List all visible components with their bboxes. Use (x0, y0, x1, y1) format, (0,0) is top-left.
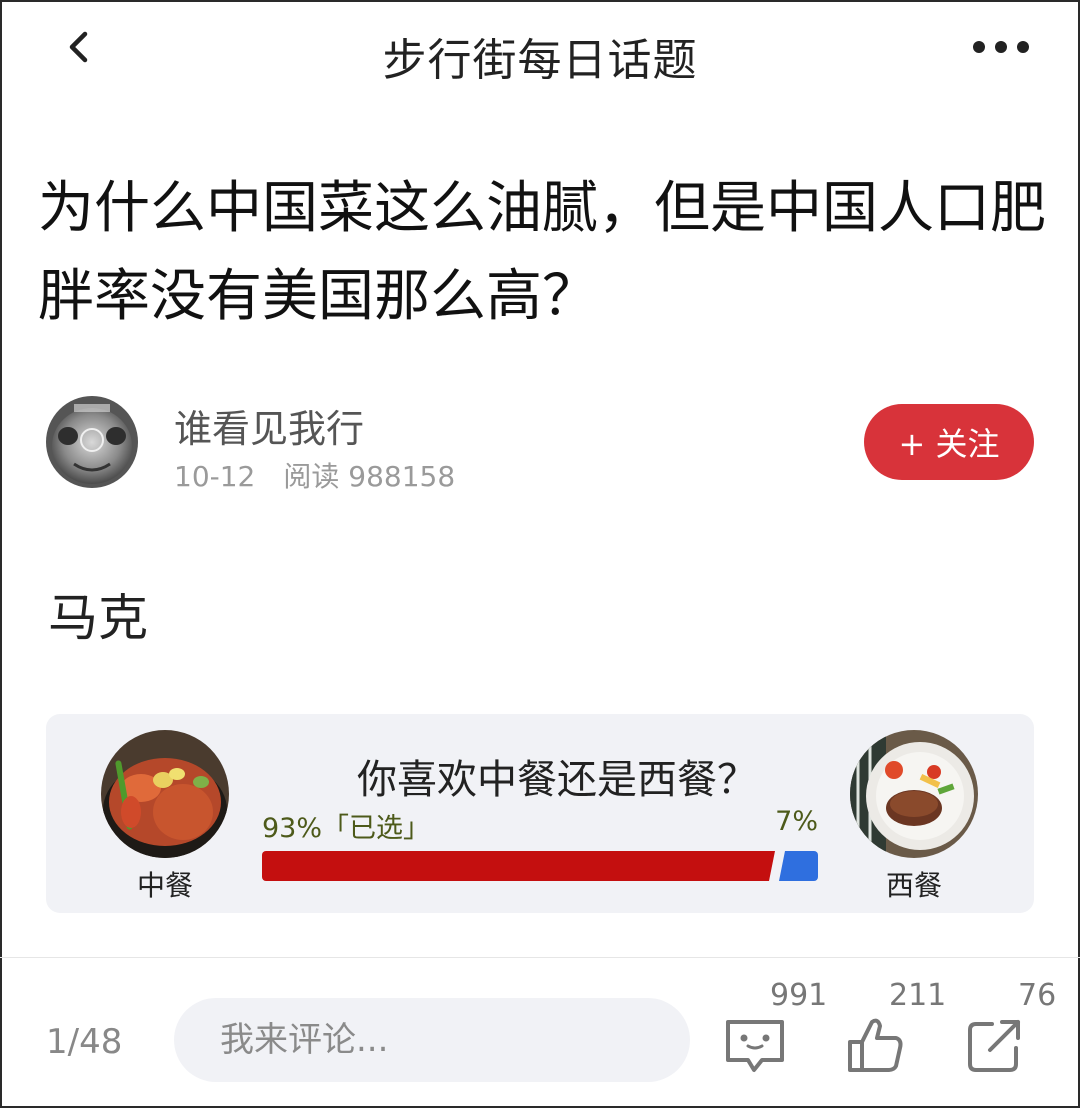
comment-bubble-icon (726, 1020, 784, 1072)
avatar[interactable] (46, 396, 138, 488)
poll-bar-right[interactable] (779, 851, 818, 881)
poll-option-western-food-image[interactable] (850, 730, 978, 858)
poll-card: 中餐 你喜欢中餐还是西餐？ 93%「已选」 7% 西餐 (46, 714, 1034, 913)
poll-right-percent: 7% (775, 806, 818, 837)
share-button[interactable] (960, 1010, 1030, 1080)
thumbs-up-icon (848, 1018, 903, 1072)
author-meta: 10-12 阅读 988158 (174, 455, 483, 495)
comment-button[interactable] (720, 1010, 790, 1080)
poll-option-right-caption: 西餐 (885, 869, 942, 902)
comment-count: 991 (770, 978, 828, 1013)
post-body: 马克 (48, 589, 148, 647)
poll-question: 你喜欢中餐还是西餐？ (357, 757, 757, 803)
read-count: 阅读 988158 (283, 460, 456, 493)
divider (0, 957, 1080, 958)
more-button[interactable] (968, 32, 1038, 62)
like-count: 211 (889, 978, 947, 1013)
poll-option-chinese-food-image[interactable] (101, 730, 229, 858)
like-button[interactable] (840, 1010, 910, 1080)
poll-bar-left[interactable] (262, 851, 775, 881)
comment-input[interactable] (174, 998, 690, 1082)
share-icon (968, 1020, 1020, 1072)
poll-option-left-caption: 中餐 (136, 869, 193, 902)
top-nav-bar: 步行街每日话题 (0, 0, 1080, 100)
post-title: 为什么中国菜这么油腻，但是中国人口肥胖率没有美国那么高？ (38, 176, 1046, 329)
page-title: 步行街每日话题 (382, 35, 698, 86)
page-indicator: 1/48 (46, 1022, 123, 1062)
follow-button[interactable]: + 关注 (864, 404, 1034, 480)
poll-left-percent: 93%「已选」 (262, 813, 431, 844)
author-name[interactable]: 谁看见我行 (174, 398, 364, 453)
more-dots-icon (973, 41, 1029, 53)
share-count: 76 (1018, 978, 1057, 1013)
post-date: 10-12 (174, 460, 256, 493)
